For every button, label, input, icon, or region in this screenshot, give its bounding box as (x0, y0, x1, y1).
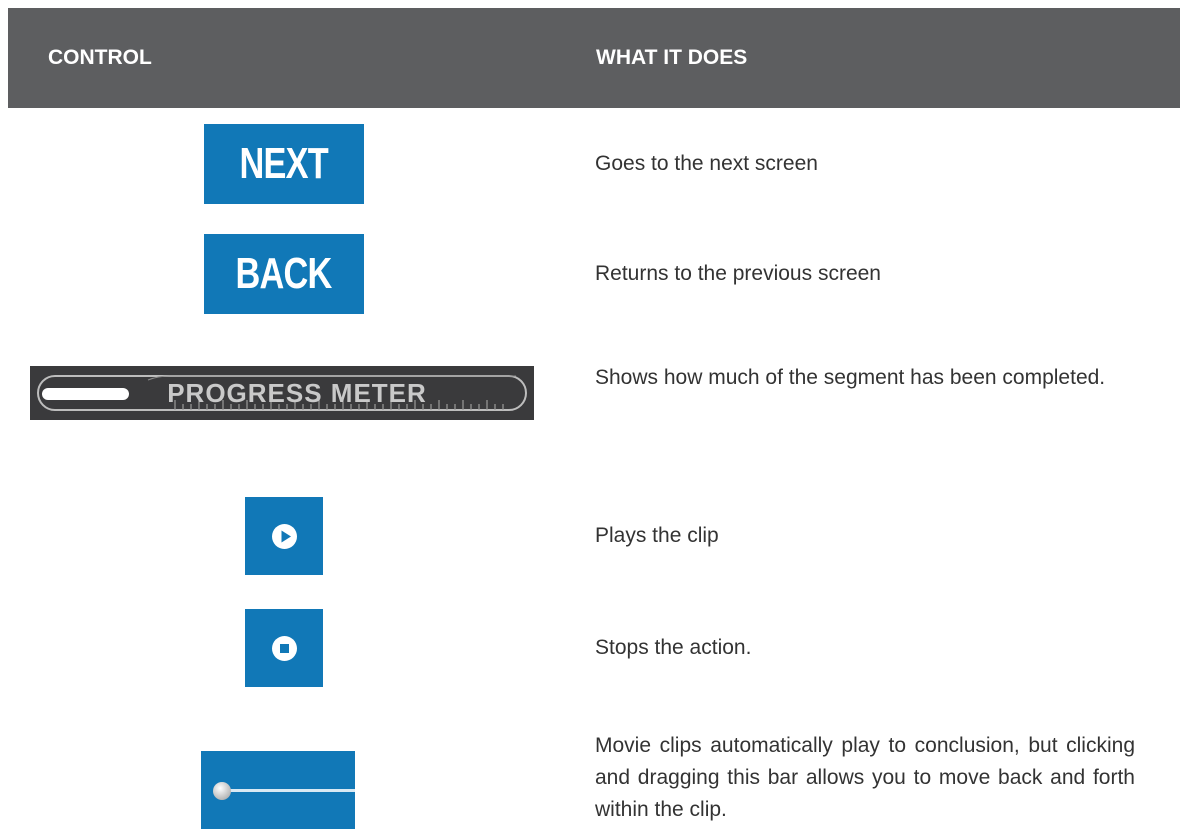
stop-description: Stops the action. (595, 636, 752, 659)
back-description: Returns to the previous screen (595, 262, 881, 285)
play-icon (271, 523, 297, 549)
header-control: CONTROL (48, 46, 152, 69)
stop-button[interactable] (245, 609, 323, 687)
next-description: Goes to the next screen (595, 152, 818, 175)
progress-meter-label: PROGRESS METER (167, 378, 427, 408)
back-button-label: BACK (235, 249, 333, 298)
scrubber-bar[interactable] (201, 751, 355, 829)
header-what-it-does: WHAT IT DOES (596, 46, 748, 69)
progress-meter: PROGRESS METER (30, 366, 534, 420)
back-button[interactable]: BACK (204, 234, 364, 314)
scrubber-track[interactable] (223, 789, 355, 792)
scrubber-description: Movie clips automatically play to conclu… (595, 734, 1135, 821)
table-header: CONTROL WHAT IT DOES (8, 8, 1180, 108)
progress-description: Shows how much of the segment has been c… (595, 366, 1106, 389)
stop-icon (271, 635, 297, 661)
play-button[interactable] (245, 497, 323, 575)
next-button[interactable]: NEXT (204, 124, 364, 204)
next-button-label: NEXT (239, 139, 329, 188)
play-description: Plays the clip (595, 524, 719, 547)
scrubber-knob[interactable] (213, 782, 231, 800)
